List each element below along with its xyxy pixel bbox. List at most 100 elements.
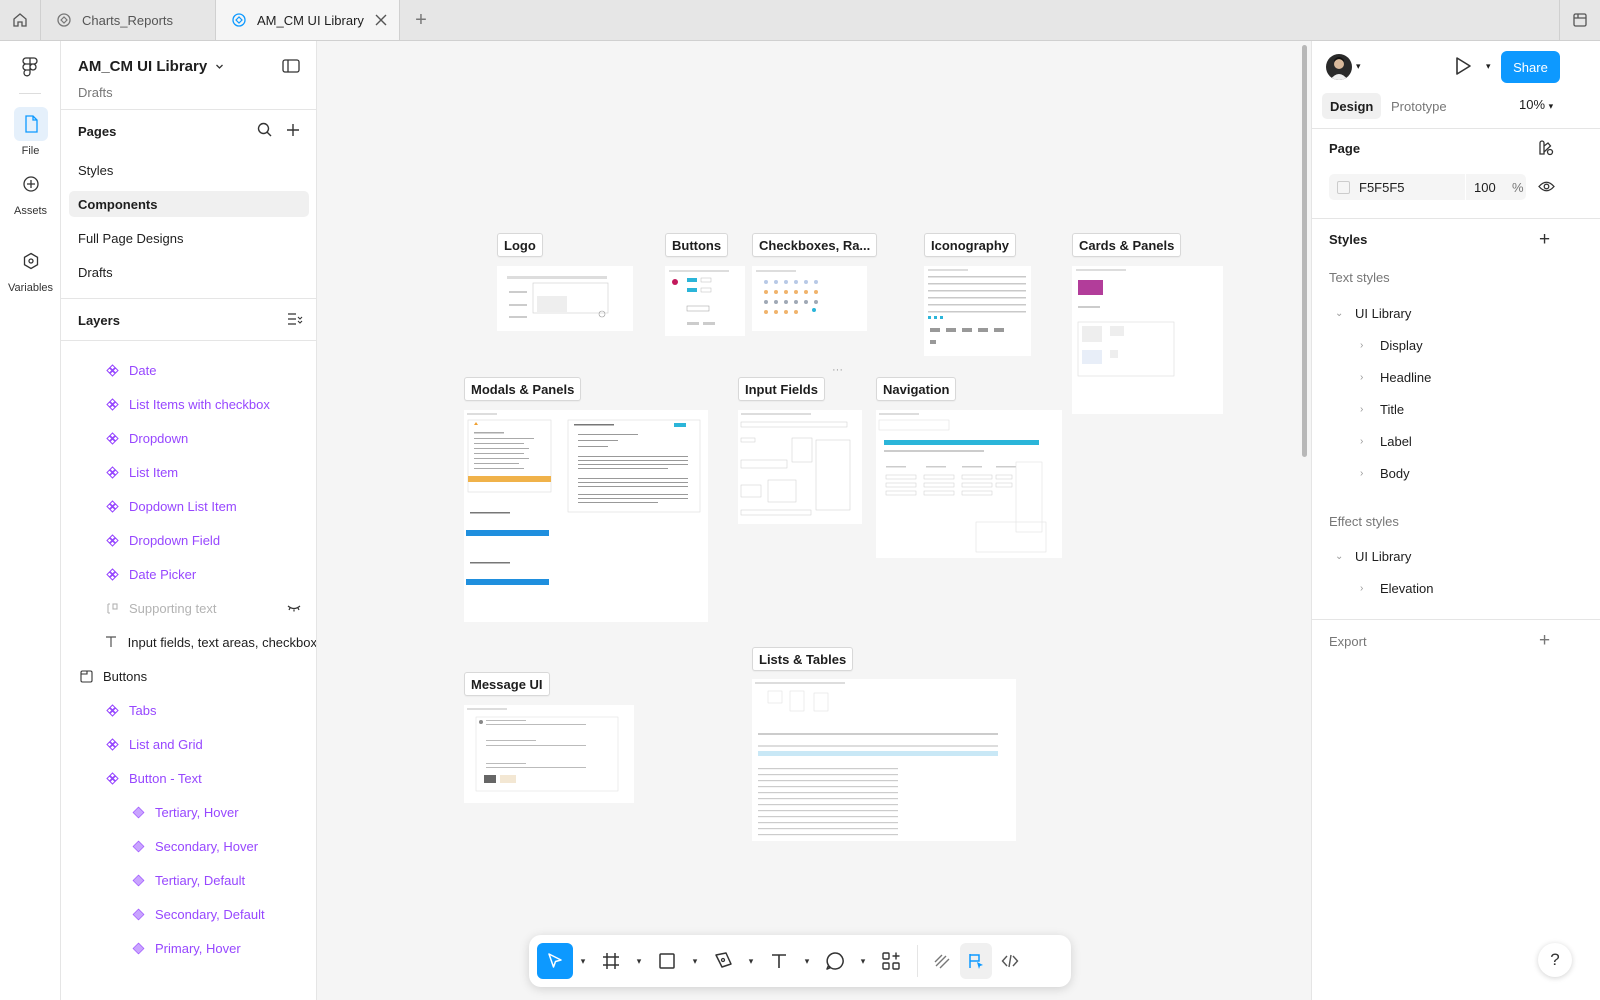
add-export-button[interactable]: + xyxy=(1539,631,1550,650)
frame-label-lists-tables[interactable]: Lists & Tables xyxy=(752,647,854,671)
layer-date-picker[interactable]: Date Picker xyxy=(61,561,316,587)
layer-date[interactable]: Date xyxy=(61,357,316,383)
frame-label-message-ui[interactable]: Message UI xyxy=(464,672,550,696)
file-location[interactable]: Drafts xyxy=(78,85,113,100)
frame-label-input-fields[interactable]: Input Fields xyxy=(738,377,825,401)
text-style-group-body[interactable]: › Body xyxy=(1360,466,1410,481)
collapse-layers-button[interactable] xyxy=(287,312,303,329)
file-name-menu[interactable]: AM_CM UI Library xyxy=(78,58,224,75)
comment-tool-menu[interactable]: ▾ xyxy=(855,943,871,979)
frame-checkboxes[interactable] xyxy=(752,266,867,331)
shape-tool-menu[interactable]: ▾ xyxy=(687,943,703,979)
page-color-variables-button[interactable] xyxy=(1538,140,1555,159)
layer-list-items-with-checkbox[interactable]: List Items with checkbox xyxy=(61,391,316,417)
color-swatch[interactable] xyxy=(1337,180,1350,194)
close-icon[interactable] xyxy=(375,14,387,26)
frame-label-navigation[interactable]: Navigation xyxy=(876,377,957,401)
window-menu-button[interactable] xyxy=(1559,0,1600,40)
home-tab[interactable] xyxy=(0,0,41,40)
text-tool-button[interactable] xyxy=(761,943,797,979)
new-tab-button[interactable]: + xyxy=(400,0,442,40)
page-item-full-page-designs[interactable]: Full Page Designs xyxy=(69,225,309,251)
frame-logo[interactable] xyxy=(497,266,633,331)
add-page-icon[interactable] xyxy=(286,123,300,137)
layer-variant-secondary-hover[interactable]: Secondary, Hover xyxy=(61,833,316,859)
frame-cards-panels[interactable] xyxy=(1072,266,1223,414)
pen-tool-button[interactable] xyxy=(705,943,741,979)
layer-variant-tertiary-hover[interactable]: Tertiary, Hover xyxy=(61,799,316,825)
variables-nav-button[interactable]: Variables xyxy=(0,244,61,294)
draw-mode-button[interactable] xyxy=(926,943,958,979)
frame-label-checkboxes[interactable]: Checkboxes, Ra... xyxy=(752,233,878,257)
layer-list-and-grid[interactable]: List and Grid xyxy=(61,731,316,757)
frame-label-modals-panels[interactable]: Modals & Panels xyxy=(464,377,582,401)
dev-mode-button[interactable] xyxy=(994,943,1026,979)
layer-dropdown[interactable]: Dropdown xyxy=(61,425,316,451)
effect-styles-library[interactable]: ⌄ UI Library xyxy=(1335,549,1411,564)
layer-input-fields-text[interactable]: Input fields, text areas, checkbox xyxy=(61,629,316,655)
frame-label-iconography[interactable]: Iconography xyxy=(924,233,1017,257)
avatar[interactable] xyxy=(1326,54,1352,80)
layer-tabs[interactable]: Tabs xyxy=(61,697,316,723)
present-button[interactable] xyxy=(1454,56,1472,79)
search-icon[interactable] xyxy=(257,122,272,137)
layer-variant-secondary-default[interactable]: Secondary, Default xyxy=(61,901,316,927)
layer-variant-tertiary-default[interactable]: Tertiary, Default xyxy=(61,867,316,893)
present-menu[interactable]: ▾ xyxy=(1486,61,1491,72)
frame-input-fields[interactable] xyxy=(738,410,862,524)
layer-dropdown-field[interactable]: Dropdown Field xyxy=(61,527,316,553)
layer-dopdown-list-item[interactable]: Dopdown List Item xyxy=(61,493,316,519)
toggle-sidebar-button[interactable] xyxy=(282,59,300,76)
comment-tool-button[interactable] xyxy=(817,943,853,979)
file-nav-button[interactable]: File xyxy=(0,107,61,157)
text-style-group-display[interactable]: › Display xyxy=(1360,338,1423,353)
text-styles-library[interactable]: ⌄ UI Library xyxy=(1335,306,1411,321)
actions-button[interactable] xyxy=(873,943,909,979)
pen-tool-menu[interactable]: ▾ xyxy=(743,943,759,979)
page-item-drafts[interactable]: Drafts xyxy=(69,259,309,285)
frame-label-buttons[interactable]: Buttons xyxy=(665,233,729,257)
frame-lists-tables[interactable] xyxy=(752,679,1016,841)
frame-tool-menu[interactable]: ▾ xyxy=(631,943,647,979)
frame-tool-button[interactable] xyxy=(593,943,629,979)
page-item-components[interactable]: Components xyxy=(69,191,309,217)
text-tool-menu[interactable]: ▾ xyxy=(799,943,815,979)
frame-iconography[interactable] xyxy=(924,266,1031,356)
shape-tool-button[interactable] xyxy=(649,943,685,979)
move-tool-button[interactable] xyxy=(537,943,573,979)
frame-buttons[interactable] xyxy=(665,266,745,336)
add-style-button[interactable]: + xyxy=(1539,230,1550,249)
effect-style-group-elevation[interactable]: › Elevation xyxy=(1360,581,1433,596)
tab-prototype[interactable]: Prototype xyxy=(1383,93,1455,119)
frame-navigation[interactable] xyxy=(876,410,1062,558)
layer-list-item[interactable]: List Item xyxy=(61,459,316,485)
text-style-group-title[interactable]: › Title xyxy=(1360,402,1404,417)
design-canvas[interactable]: Logo Buttons Checkboxes, Ra... Iconograp… xyxy=(317,41,1311,1000)
design-mode-button[interactable] xyxy=(960,943,992,979)
tab-charts-reports[interactable]: Charts_Reports xyxy=(41,0,216,40)
assets-nav-button[interactable]: Assets xyxy=(0,167,61,217)
tab-design[interactable]: Design xyxy=(1322,93,1382,119)
tab-am-cm-ui-library[interactable]: AM_CM UI Library xyxy=(216,0,400,40)
help-button[interactable]: ? xyxy=(1538,943,1572,977)
text-style-group-headline[interactable]: › Headline xyxy=(1360,370,1431,385)
page-item-styles[interactable]: Styles xyxy=(69,157,309,183)
layer-button-text[interactable]: Button - Text xyxy=(61,765,316,791)
share-button[interactable]: Share xyxy=(1501,51,1560,83)
layer-buttons-section[interactable]: Buttons xyxy=(61,663,316,689)
move-tool-menu[interactable]: ▾ xyxy=(575,943,591,979)
layer-supporting-text[interactable]: Supporting text xyxy=(61,595,316,621)
text-style-group-label[interactable]: › Label xyxy=(1360,434,1412,449)
main-menu-button[interactable] xyxy=(18,55,42,82)
page-visibility-toggle[interactable] xyxy=(1538,180,1555,196)
canvas-scrollbar[interactable] xyxy=(1302,45,1307,457)
frame-label-logo[interactable]: Logo xyxy=(497,233,543,257)
eye-closed-icon[interactable] xyxy=(287,603,301,613)
zoom-level-menu[interactable]: 10% ▾ xyxy=(1519,97,1553,112)
page-color-field[interactable]: F5F5F5 100 % xyxy=(1329,174,1526,200)
frame-label-cards-panels[interactable]: Cards & Panels xyxy=(1072,233,1182,257)
frame-modals-panels[interactable] xyxy=(464,410,708,622)
avatar-menu[interactable]: ▾ xyxy=(1356,61,1361,72)
layer-variant-primary-hover[interactable]: Primary, Hover xyxy=(61,935,316,961)
frame-message-ui[interactable] xyxy=(464,705,634,803)
